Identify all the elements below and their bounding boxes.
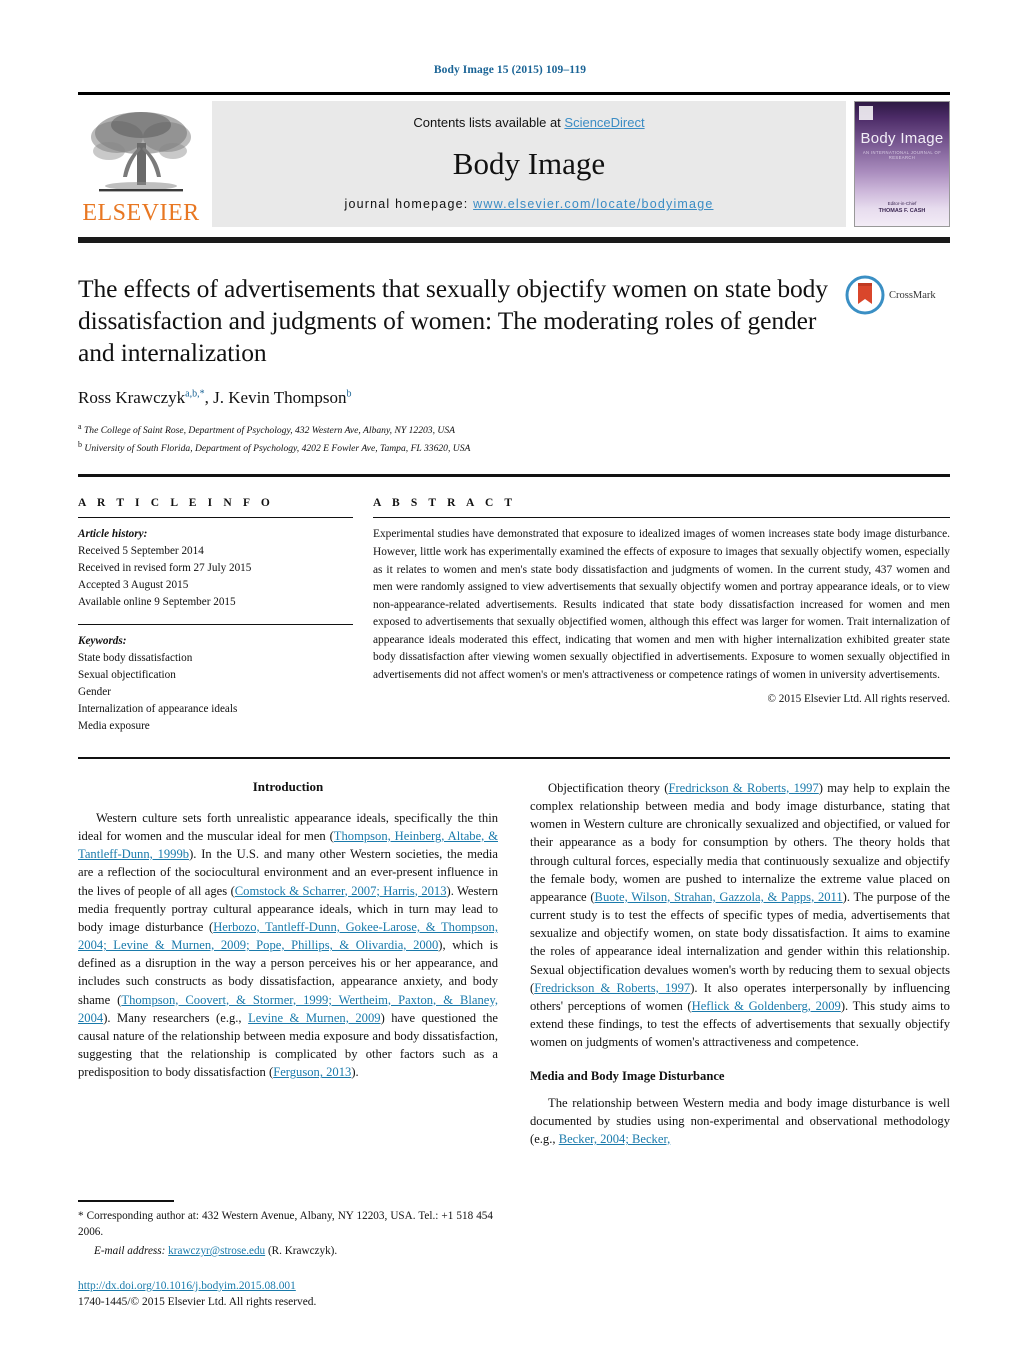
citation-link[interactable]: Heflick & Goldenberg, 2009 <box>692 999 841 1013</box>
keyword-item: Gender <box>78 686 111 699</box>
author-name-1: Ross Krawczyk <box>78 388 186 408</box>
citation-link[interactable]: Fredrickson & Roberts, 1997 <box>534 981 690 995</box>
cover-subtitle: AN INTERNATIONAL JOURNAL OF RESEARCH <box>862 150 942 160</box>
author-marks-1: a,b,* <box>185 388 205 400</box>
affiliation-a-mark: a <box>78 422 82 432</box>
affiliation-b-mark: b <box>78 439 82 449</box>
citation-link[interactable]: Fredrickson & Roberts, 1997 <box>668 781 818 795</box>
author-marks-2: b <box>346 388 352 400</box>
footnote-rule <box>78 1200 174 1202</box>
paragraph-media-1: The relationship between Western media a… <box>530 1095 950 1146</box>
cover-footer: Editor-in-Chief THOMAS F. CASH <box>855 200 949 216</box>
article-info-rule <box>78 516 353 519</box>
homepage-prefix: journal homepage: <box>344 197 474 211</box>
email-suffix: (R. Krawczyk). <box>267 1244 338 1257</box>
abstract-column: A B S T R A C T Experimental studies hav… <box>373 497 950 735</box>
journal-title: Body Image <box>452 146 606 181</box>
affiliation-b-text: University of South Florida, Department … <box>84 443 471 455</box>
article-history-item: Available online 9 September 2015 <box>78 596 236 609</box>
info-abstract-section: A R T I C L E I N F O Article history: R… <box>78 477 950 735</box>
email-label: E-mail address: <box>94 1244 166 1257</box>
crossmark-badge[interactable]: CrossMark <box>845 273 950 315</box>
footnote-block: * Corresponding author at: 432 Western A… <box>78 1200 493 1259</box>
article-info-separator <box>78 623 353 626</box>
running-head: Body Image 15 (2015) 109–119 <box>433 64 587 76</box>
corresponding-author-note: * Corresponding author at: 432 Western A… <box>78 1209 493 1238</box>
journal-homepage-line: journal homepage: www.elsevier.com/locat… <box>344 197 713 211</box>
affiliation-a-text: The College of Saint Rose, Department of… <box>83 425 455 437</box>
sciencedirect-link[interactable]: ScienceDirect <box>564 115 644 130</box>
citation-link[interactable]: Ferguson, 2013 <box>273 1065 351 1079</box>
crossmark-icon <box>845 275 885 315</box>
citation-link[interactable]: Comstock & Scharrer, 2007; Harris, 2013 <box>235 884 447 898</box>
article-info-column: A R T I C L E I N F O Article history: R… <box>78 497 373 735</box>
body-column-left: Introduction Western culture sets forth … <box>78 779 498 1150</box>
citation-link[interactable]: Buote, Wilson, Strahan, Gazzola, & Papps… <box>595 890 843 904</box>
section-heading-introduction: Introduction <box>252 778 324 794</box>
citation-link[interactable]: Thompson, Heinberg, Altabe, & Tantleff-D… <box>78 829 498 861</box>
article-history-item: Received in revised form 27 July 2015 <box>78 562 252 575</box>
citation-link[interactable]: Becker, 2004; Becker, <box>559 1132 671 1146</box>
affiliation-a: a The College of Saint Rose, Department … <box>78 421 831 439</box>
page-title: The effects of advertisements that sexua… <box>78 274 828 368</box>
abstract-rule <box>373 516 950 519</box>
title-block: The effects of advertisements that sexua… <box>78 273 950 456</box>
journal-masthead: ELSEVIER Contents lists available at Sci… <box>78 92 950 227</box>
affiliation-list: a The College of Saint Rose, Department … <box>78 421 831 456</box>
cover-publisher-badge <box>859 106 873 120</box>
body-top-rule <box>78 757 950 759</box>
crossmark-label: CrossMark <box>889 289 936 301</box>
journal-homepage-link[interactable]: www.elsevier.com/locate/bodyimage <box>473 197 713 211</box>
keywords-group: Keywords: State body dissatisfaction Sex… <box>78 633 353 735</box>
abstract-copyright: © 2015 Elsevier Ltd. All rights reserved… <box>767 693 951 706</box>
issn-copyright-line: 1740-1445/© 2015 Elsevier Ltd. All right… <box>78 1296 317 1309</box>
cover-editor-label: Editor-in-Chief <box>887 201 917 207</box>
keyword-item: Sexual objectification <box>78 669 176 682</box>
email-note: E-mail address: krawczyr@strose.edu (R. … <box>78 1243 493 1259</box>
article-history-item: Received 5 September 2014 <box>78 545 204 558</box>
paragraph-objectification-theory: Objectification theory (Fredrickson & Ro… <box>530 780 951 1050</box>
abstract-heading: A B S T R A C T <box>373 496 517 509</box>
citation-link[interactable]: Levine & Murnen, 2009 <box>248 1011 380 1025</box>
doi-block: http://dx.doi.org/10.1016/j.bodyim.2015.… <box>78 1278 316 1311</box>
journal-cover-thumbnail: Body Image AN INTERNATIONAL JOURNAL OF R… <box>854 101 950 227</box>
keywords-label: Keywords: <box>78 635 127 648</box>
author-list: Ross Krawczyka,b,*, J. Kevin Thompsonb <box>78 388 352 408</box>
email-link[interactable]: krawczyr@strose.edu <box>168 1245 265 1257</box>
elsevier-logo: ELSEVIER <box>78 101 204 227</box>
article-page: Body Image 15 (2015) 109–119 ELSEVIER Co… <box>0 0 1020 1351</box>
article-history-group: Article history: Received 5 September 20… <box>78 526 353 611</box>
body-column-right: Objectification theory (Fredrickson & Ro… <box>530 779 950 1150</box>
section-heading-media-body-image: Media and Body Image Disturbance <box>530 1068 725 1083</box>
cover-title: Body Image <box>860 130 944 147</box>
article-history-item: Accepted 3 August 2015 <box>78 579 189 592</box>
cover-topbar <box>859 106 945 120</box>
abstract-text: Experimental studies have demonstrated t… <box>373 528 950 681</box>
citation-link[interactable]: Herbozo, Tantleff-Dunn, Gokee-Larose, & … <box>78 920 498 952</box>
masthead-bottom-rule <box>78 237 950 243</box>
cover-editor-name: THOMAS F. CASH <box>878 208 926 215</box>
keyword-item: State body dissatisfaction <box>78 652 193 665</box>
elsevier-wordmark: ELSEVIER <box>82 200 200 226</box>
paragraph-intro-1: Western culture sets forth unrealistic a… <box>78 810 499 1080</box>
article-history-label: Article history: <box>78 528 148 541</box>
contents-available-line: Contents lists available at ScienceDirec… <box>413 115 644 130</box>
elsevier-tree-icon <box>91 112 191 192</box>
contents-prefix: Contents lists available at <box>413 115 565 130</box>
affiliation-b: b University of South Florida, Departmen… <box>78 439 831 457</box>
body-columns: Introduction Western culture sets forth … <box>78 779 950 1150</box>
keyword-item: Media exposure <box>78 720 150 733</box>
keyword-item: Internalization of appearance ideals <box>78 703 238 716</box>
masthead-center-panel: Contents lists available at ScienceDirec… <box>212 101 846 227</box>
article-info-heading: A R T I C L E I N F O <box>78 496 274 509</box>
doi-link[interactable]: http://dx.doi.org/10.1016/j.bodyim.2015.… <box>78 1280 296 1292</box>
author-name-2: J. Kevin Thompson <box>213 388 347 408</box>
